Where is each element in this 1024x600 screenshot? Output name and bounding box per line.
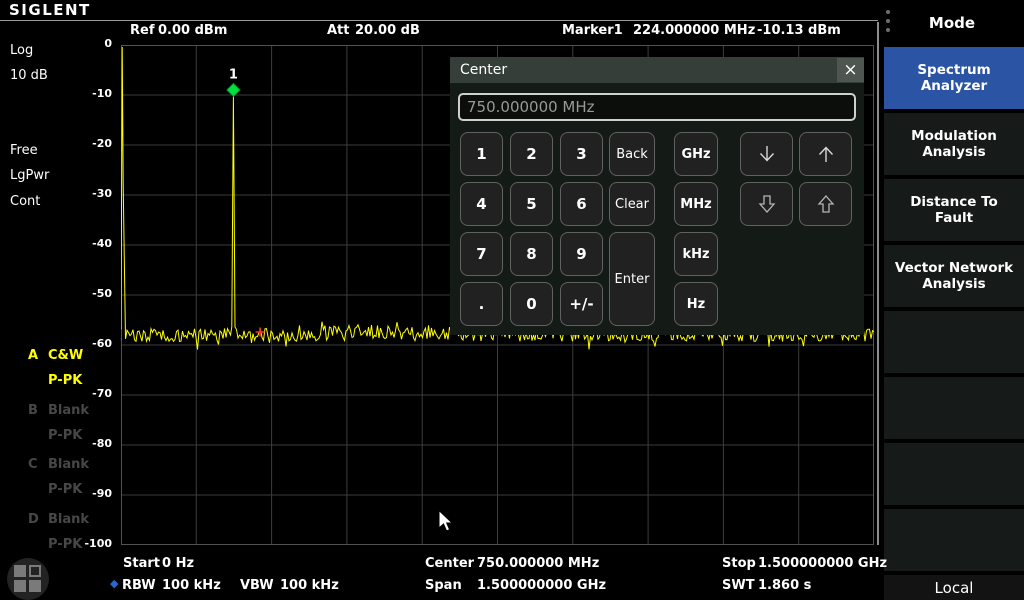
page-down-button[interactable]: [740, 182, 793, 226]
keypad-dot-button[interactable]: .: [460, 282, 503, 326]
plus-minus-button[interactable]: +/-: [560, 282, 603, 326]
start-freq-label: Start: [123, 556, 160, 571]
y-axis-tick: -100: [84, 537, 112, 550]
unit-mhz-button[interactable]: MHz: [674, 182, 718, 226]
keypad-0-button[interactable]: 0: [510, 282, 553, 326]
sidebar-item-vector-network-analysis[interactable]: Vector Network Analysis: [884, 245, 1024, 307]
stop-freq-label: Stop: [722, 556, 756, 571]
ref-level-value: 0.00 dBm: [158, 23, 227, 38]
y-axis-tick: -40: [92, 237, 112, 250]
unit-hz-button[interactable]: Hz: [674, 282, 718, 326]
y-axis-tick: -10: [92, 87, 112, 100]
sidebar-item-label: Vector Network Analysis: [892, 260, 1016, 292]
trigger-mode: Free: [10, 143, 38, 158]
sidebar-divider: [877, 22, 879, 545]
page-up-button[interactable]: [799, 182, 852, 226]
rbw-coupled-icon: ◆: [110, 577, 118, 590]
svg-text:1: 1: [229, 68, 238, 83]
center-frequency-dialog: Center × 1 2 3 Back GHz 4 5 6 Clear MHz …: [450, 57, 864, 335]
keypad-6-button[interactable]: 6: [560, 182, 603, 226]
y-axis-tick: -70: [92, 387, 112, 400]
keypad-3-button[interactable]: 3: [560, 132, 603, 176]
home-menu-button[interactable]: [7, 558, 49, 600]
frequency-input[interactable]: [458, 93, 856, 121]
keypad-7-button[interactable]: 7: [460, 232, 503, 276]
vbw-value: 100 kHz: [280, 578, 339, 593]
sidebar-item-label: Spectrum Analyzer: [892, 62, 1016, 94]
enter-button[interactable]: Enter: [609, 232, 655, 326]
center-freq-value: 750.000000 MHz: [477, 556, 599, 571]
span-label: Span: [425, 578, 462, 593]
sidebar-item-empty-6[interactable]: [884, 377, 1024, 439]
mode-button-list: Spectrum Analyzer Modulation Analysis Dist…: [884, 47, 1024, 571]
backspace-button[interactable]: Back: [609, 132, 655, 176]
attenuation-value: 20.00 dB: [355, 23, 420, 38]
sidebar-item-empty-5[interactable]: [884, 311, 1024, 373]
rbw-value: 100 kHz: [162, 578, 221, 593]
swt-label: SWT: [722, 578, 755, 593]
keypad-8-button[interactable]: 8: [510, 232, 553, 276]
sidebar-item-empty-8[interactable]: [884, 509, 1024, 571]
ref-level-label: Ref: [130, 23, 154, 38]
marker-amplitude-value: -10.13 dBm: [757, 23, 841, 38]
y-axis-tick: -50: [92, 287, 112, 300]
sidebar-item-label: Modulation Analysis: [892, 128, 1016, 160]
clear-button[interactable]: Clear: [609, 182, 655, 226]
scale-per-division: 10 dB: [10, 68, 48, 83]
sidebar-item-spectrum-analyzer[interactable]: Spectrum Analyzer: [884, 47, 1024, 109]
amplitude-scale-type: Log: [10, 43, 33, 58]
mode-sidebar: Mode Spectrum Analyzer Modulation Analysi…: [880, 0, 1024, 600]
keypad-1-button[interactable]: 1: [460, 132, 503, 176]
grid-icon: [14, 565, 41, 592]
marker-readout-label: Marker1: [562, 23, 623, 38]
siglent-logo: SIGLENT: [9, 1, 91, 19]
spectrum-analyzer-screen: SIGLENT Ref 0.00 dBm Att 20.00 dB Marker…: [0, 0, 1024, 600]
step-down-button[interactable]: [740, 132, 793, 176]
hollow-arrow-up-icon: [814, 192, 838, 216]
marker-frequency-value: 224.000000 MHz: [633, 23, 755, 38]
start-freq-value: 0 Hz: [162, 556, 194, 571]
step-up-button[interactable]: [799, 132, 852, 176]
unit-ghz-button[interactable]: GHz: [674, 132, 718, 176]
sweep-mode: Cont: [10, 194, 40, 209]
mode-menu-title: Mode: [929, 14, 975, 32]
y-axis-tick: -90: [92, 487, 112, 500]
arrow-down-icon: [755, 142, 779, 166]
dialog-title-bar[interactable]: Center ×: [450, 57, 864, 83]
drag-handle-icon[interactable]: [886, 10, 890, 32]
vbw-label: VBW: [240, 578, 274, 593]
local-button[interactable]: Local: [884, 575, 1024, 600]
local-button-label: Local: [935, 579, 974, 597]
keypad-4-button[interactable]: 4: [460, 182, 503, 226]
header-divider: [0, 20, 878, 21]
y-axis: 0-10-20-30-40-50-60-70-80-90-100: [70, 45, 117, 545]
rbw-label: RBW: [122, 578, 156, 593]
dialog-title: Center: [460, 62, 507, 78]
y-axis-tick: -30: [92, 187, 112, 200]
power-mode: LgPwr: [10, 168, 49, 183]
arrow-up-icon: [814, 142, 838, 166]
close-icon[interactable]: ×: [837, 58, 864, 82]
y-axis-tick: -60: [92, 337, 112, 350]
keypad-5-button[interactable]: 5: [510, 182, 553, 226]
y-axis-tick: -20: [92, 137, 112, 150]
sidebar-item-label: Distance To Fault: [892, 194, 1016, 226]
sidebar-item-distance-to-fault[interactable]: Distance To Fault: [884, 179, 1024, 241]
mode-menu-header[interactable]: Mode: [880, 0, 1024, 46]
unit-khz-button[interactable]: kHz: [674, 232, 718, 276]
mouse-cursor: [438, 510, 456, 534]
attenuation-label: Att: [327, 23, 350, 38]
swt-value: 1.860 s: [758, 578, 811, 593]
y-axis-tick: 0: [104, 37, 112, 50]
sidebar-item-empty-7[interactable]: [884, 443, 1024, 505]
keypad-9-button[interactable]: 9: [560, 232, 603, 276]
sidebar-item-modulation-analysis[interactable]: Modulation Analysis: [884, 113, 1024, 175]
keypad-2-button[interactable]: 2: [510, 132, 553, 176]
y-axis-tick: -80: [92, 437, 112, 450]
center-freq-label: Center: [425, 556, 474, 571]
stop-freq-value: 1.500000000 GHz: [758, 556, 887, 571]
span-value: 1.500000000 GHz: [477, 578, 606, 593]
hollow-arrow-down-icon: [755, 192, 779, 216]
